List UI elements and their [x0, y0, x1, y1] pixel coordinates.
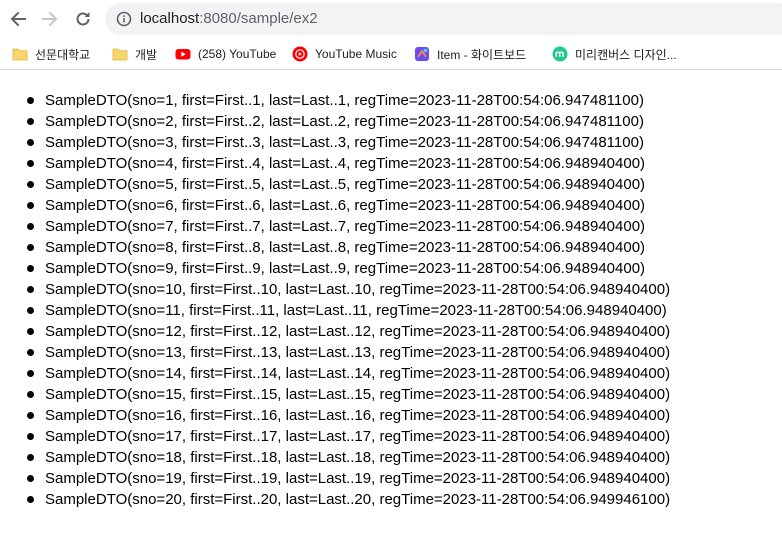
- list-item: SampleDTO(sno=9, first=First..9, last=La…: [0, 258, 782, 279]
- bookmark-label: (258) YouTube: [198, 47, 277, 61]
- bookmark-folder-dev[interactable]: 개발: [112, 45, 157, 63]
- bookmark-label: Item - 화이트보드: [437, 47, 527, 62]
- list-item: SampleDTO(sno=8, first=First..8, last=La…: [0, 237, 782, 258]
- list-item: SampleDTO(sno=15, first=First..15, last=…: [0, 384, 782, 405]
- list-item: SampleDTO(sno=2, first=First..2, last=La…: [0, 111, 782, 132]
- url-path: :8080/sample/ex2: [199, 10, 318, 27]
- bookmark-label: 미리캔버스 디자인...: [575, 47, 677, 62]
- forward-button[interactable]: [39, 8, 61, 30]
- browser-toolbar: localhost:8080/sample/ex2: [0, 0, 782, 38]
- bookmark-folder-sunmoon[interactable]: 선문대학교: [12, 45, 90, 63]
- whiteboard-icon: [415, 47, 429, 61]
- site-info-icon[interactable]: [116, 11, 132, 27]
- list-item: SampleDTO(sno=11, first=First..11, last=…: [0, 300, 782, 321]
- list-item: SampleDTO(sno=12, first=First..12, last=…: [0, 321, 782, 342]
- sample-dto-list: SampleDTO(sno=1, first=First..1, last=La…: [0, 90, 782, 510]
- bookmark-label: YouTube Music: [315, 47, 397, 61]
- list-item: SampleDTO(sno=3, first=First..3, last=La…: [0, 132, 782, 153]
- miricanvas-icon: [552, 46, 568, 62]
- page-content: SampleDTO(sno=1, first=First..1, last=La…: [0, 70, 782, 535]
- bookmark-label: 개발: [135, 47, 158, 62]
- list-item: SampleDTO(sno=19, first=First..19, last=…: [0, 468, 782, 489]
- bookmark-label: 선문대학교: [35, 47, 91, 62]
- list-item: SampleDTO(sno=17, first=First..17, last=…: [0, 426, 782, 447]
- address-bar[interactable]: localhost:8080/sample/ex2: [105, 3, 782, 35]
- folder-icon: [112, 48, 128, 61]
- list-item: SampleDTO(sno=5, first=First..5, last=La…: [0, 174, 782, 195]
- list-item: SampleDTO(sno=20, first=First..20, last=…: [0, 489, 782, 510]
- list-item: SampleDTO(sno=7, first=First..7, last=La…: [0, 216, 782, 237]
- list-item: SampleDTO(sno=6, first=First..6, last=La…: [0, 195, 782, 216]
- url-host: localhost: [140, 10, 200, 27]
- list-item: SampleDTO(sno=1, first=First..1, last=La…: [0, 90, 782, 111]
- bookmark-youtube-music[interactable]: YouTube Music: [292, 45, 397, 63]
- bookmark-whiteboard[interactable]: Item - 화이트보드: [414, 45, 526, 63]
- back-arrow-icon: [10, 11, 26, 27]
- back-button[interactable]: [7, 8, 29, 30]
- list-item: SampleDTO(sno=10, first=First..10, last=…: [0, 279, 782, 300]
- list-item: SampleDTO(sno=13, first=First..13, last=…: [0, 342, 782, 363]
- forward-arrow-icon: [42, 11, 58, 27]
- list-item: SampleDTO(sno=4, first=First..4, last=La…: [0, 153, 782, 174]
- list-item: SampleDTO(sno=16, first=First..16, last=…: [0, 405, 782, 426]
- bookmark-youtube[interactable]: (258) YouTube: [175, 45, 276, 63]
- folder-icon: [12, 48, 28, 61]
- reload-button[interactable]: [72, 8, 94, 30]
- reload-icon: [76, 12, 90, 26]
- youtube-icon: [175, 49, 191, 60]
- list-item: SampleDTO(sno=18, first=First..18, last=…: [0, 447, 782, 468]
- list-item: SampleDTO(sno=14, first=First..14, last=…: [0, 363, 782, 384]
- url-text[interactable]: localhost:8080/sample/ex2: [140, 10, 318, 28]
- bookmark-miricanvas[interactable]: 미리캔버스 디자인...: [552, 45, 677, 63]
- bookmarks-bar: 선문대학교 개발 (258) YouTube YouTube Music Ite…: [0, 38, 782, 70]
- youtube-music-icon: [292, 46, 308, 62]
